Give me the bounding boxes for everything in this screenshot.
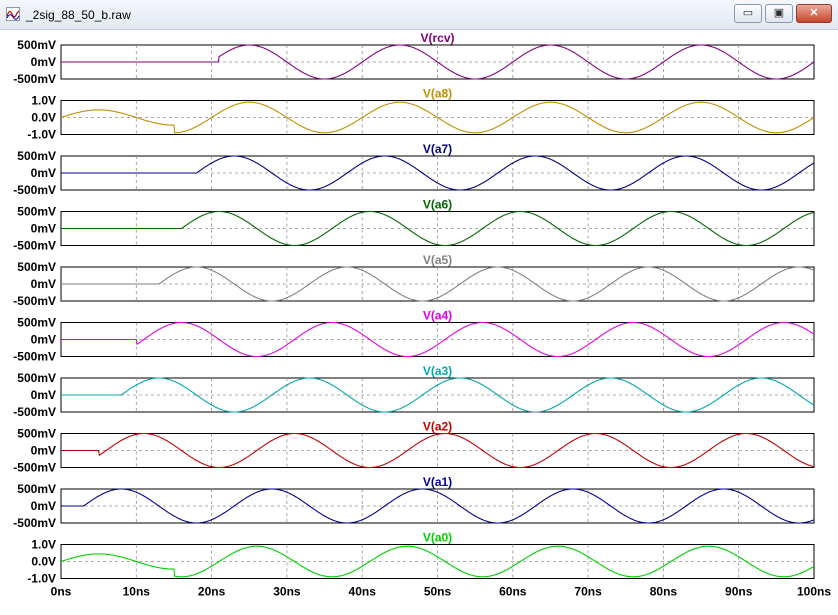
pane-frame bbox=[60, 322, 815, 357]
restore-button[interactable]: ▣ bbox=[765, 4, 793, 23]
waveform-app-icon bbox=[6, 7, 20, 21]
pane-frame bbox=[60, 377, 815, 413]
x-tick-label: 100ns bbox=[797, 585, 831, 599]
minimize-button[interactable]: ▭ bbox=[734, 4, 762, 23]
y-tick-label: 0.0V bbox=[31, 555, 56, 569]
y-tick-label: -500mV bbox=[13, 294, 56, 308]
pane-va2[interactable]: V(a2) 500mV 0mV -500mV bbox=[13, 420, 815, 475]
window-titlebar[interactable]: _2sig_88_50_b.raw ▭ ▣ ✕ bbox=[0, 0, 838, 30]
x-tick-label: 0ns bbox=[51, 585, 72, 599]
y-tick-label: -1.0V bbox=[27, 128, 56, 142]
trace-vrcv bbox=[61, 44, 815, 80]
y-tick-label: -500mV bbox=[13, 72, 56, 86]
x-tick-label: 70ns bbox=[574, 585, 602, 599]
pane-va8[interactable]: V(a8) 1.0V 0.0V -1.0V bbox=[27, 87, 815, 142]
x-tick-label: 80ns bbox=[650, 585, 678, 599]
y-tick-label: -500mV bbox=[13, 183, 56, 197]
y-tick-label: 1.0V bbox=[31, 94, 56, 108]
trace-va2 bbox=[61, 432, 815, 469]
y-tick-label: 500mV bbox=[17, 316, 56, 330]
y-tick-label: 0mV bbox=[31, 166, 56, 180]
trace-va6 bbox=[61, 210, 815, 247]
trace-label-vrcv: V(rcv) bbox=[420, 31, 454, 45]
y-tick-label: 500mV bbox=[17, 38, 56, 52]
x-tick-label: 10ns bbox=[123, 585, 151, 599]
y-tick-label: 0mV bbox=[31, 222, 56, 236]
y-tick-label: 0mV bbox=[31, 388, 56, 402]
pane-va3[interactable]: V(a3) 500mV 0mV -500mV bbox=[13, 364, 815, 419]
trace-label-va7: V(a7) bbox=[423, 142, 452, 156]
pane-frame bbox=[60, 488, 815, 524]
trace-va7 bbox=[61, 155, 815, 191]
trace-label-va8: V(a8) bbox=[423, 87, 452, 101]
window-title: _2sig_88_50_b.raw bbox=[26, 8, 131, 22]
trace-va1 bbox=[61, 488, 815, 524]
y-tick-label: 0.0V bbox=[31, 111, 56, 125]
pane-va0[interactable]: V(a0) 1.0V 0.0V -1.0V bbox=[27, 531, 815, 586]
trace-label-va4: V(a4) bbox=[423, 309, 452, 323]
pane-va7[interactable]: V(a7) 500mV 0mV -500mV bbox=[13, 142, 815, 197]
y-tick-label: 500mV bbox=[17, 149, 56, 163]
trace-va5 bbox=[61, 266, 815, 302]
y-tick-label: 0mV bbox=[31, 333, 56, 347]
trace-label-va0: V(a0) bbox=[423, 531, 452, 545]
x-tick-label: 60ns bbox=[499, 585, 527, 599]
trace-label-va6: V(a6) bbox=[423, 198, 452, 212]
pane-va6[interactable]: V(a6) 500mV 0mV -500mV bbox=[13, 198, 815, 253]
trace-label-va5: V(a5) bbox=[423, 253, 452, 267]
trace-label-va3: V(a3) bbox=[423, 364, 452, 378]
y-tick-label: 0mV bbox=[31, 277, 56, 291]
x-tick-label: 30ns bbox=[273, 585, 301, 599]
x-tick-label: 40ns bbox=[349, 585, 377, 599]
trace-label-va1: V(a1) bbox=[423, 475, 452, 489]
trace-va4 bbox=[61, 321, 815, 358]
pane-va1[interactable]: V(a1) 500mV 0mV -500mV bbox=[13, 475, 815, 530]
y-tick-label: 500mV bbox=[17, 482, 56, 496]
close-button[interactable]: ✕ bbox=[796, 4, 832, 23]
y-tick-label: -500mV bbox=[13, 516, 56, 530]
x-tick-label: 90ns bbox=[725, 585, 753, 599]
trace-label-va2: V(a2) bbox=[423, 420, 452, 434]
y-tick-label: 0mV bbox=[31, 444, 56, 458]
y-tick-label: -500mV bbox=[13, 461, 56, 475]
y-tick-label: 500mV bbox=[17, 260, 56, 274]
pane-va5[interactable]: V(a5) 500mV 0mV -500mV bbox=[13, 253, 815, 308]
x-tick-label: 20ns bbox=[198, 585, 226, 599]
y-tick-label: -500mV bbox=[13, 239, 56, 253]
trace-va3 bbox=[61, 377, 815, 413]
y-tick-label: 1.0V bbox=[31, 538, 56, 552]
y-tick-label: 0mV bbox=[31, 499, 56, 513]
pane-vrcv[interactable]: V(rcv) 500mV 0mV -500mV bbox=[13, 31, 815, 86]
y-tick-label: 500mV bbox=[17, 427, 56, 441]
pane-frame bbox=[60, 433, 815, 468]
x-tick-label: 50ns bbox=[424, 585, 452, 599]
y-tick-label: -500mV bbox=[13, 350, 56, 364]
pane-frame bbox=[60, 266, 815, 302]
y-tick-label: -1.0V bbox=[27, 572, 56, 586]
pane-va4[interactable]: V(a4) 500mV 0mV -500mV bbox=[13, 309, 815, 364]
y-tick-label: 500mV bbox=[17, 205, 56, 219]
y-tick-label: 0mV bbox=[31, 55, 56, 69]
waveform-plot-area[interactable]: V(rcv)500mV0mV-500mVV(a8)1.0V0.0V-1.0VV(… bbox=[0, 30, 838, 615]
y-tick-label: 500mV bbox=[17, 371, 56, 385]
y-tick-label: -500mV bbox=[13, 405, 56, 419]
